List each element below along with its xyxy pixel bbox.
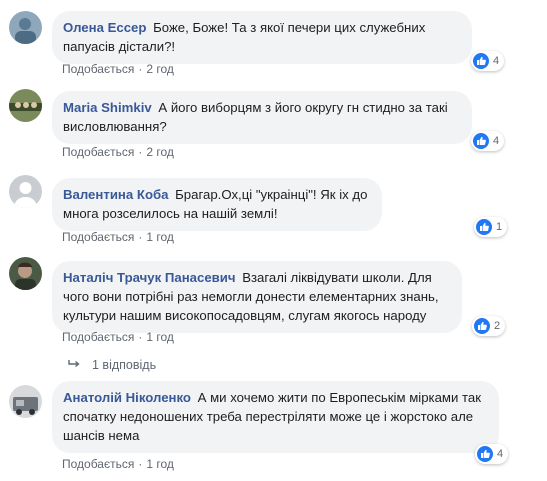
reactions-badge[interactable]: 2 bbox=[472, 316, 506, 336]
view-replies-link[interactable]: 1 відповідь bbox=[68, 358, 156, 372]
reply-arrow-icon bbox=[68, 358, 80, 372]
avatar[interactable] bbox=[9, 385, 42, 418]
reactions-count: 4 bbox=[493, 55, 500, 67]
avatar[interactable] bbox=[9, 89, 42, 122]
default-avatar-icon bbox=[9, 175, 42, 208]
reactions-badge[interactable]: 4 bbox=[471, 51, 505, 71]
separator-dot: · bbox=[138, 62, 143, 76]
comment-actions: Подобається · 2 год bbox=[62, 62, 174, 76]
reactions-count: 4 bbox=[497, 448, 504, 460]
comment-time[interactable]: 2 год bbox=[146, 145, 174, 159]
like-thumb-icon bbox=[474, 318, 490, 334]
comment-bubble: Наталіч Трачук Панасевич Взагалі ліквіду… bbox=[52, 261, 462, 333]
comment-time[interactable]: 1 год bbox=[146, 457, 174, 471]
like-thumb-icon bbox=[477, 446, 493, 462]
comment-actions: Подобається · 1 год bbox=[62, 457, 174, 471]
replies-count-label[interactable]: 1 відповідь bbox=[92, 358, 156, 372]
separator-dot: · bbox=[138, 230, 143, 244]
comment-bubble: Maria Shimkiv А його виборцям з його окр… bbox=[52, 91, 472, 144]
comment-author[interactable]: Анатолій Ніколенко bbox=[63, 390, 191, 405]
avatar-image bbox=[9, 385, 42, 418]
comment-actions: Подобається · 1 год bbox=[62, 330, 174, 344]
reactions-count: 4 bbox=[493, 135, 500, 147]
comment-actions: Подобається · 2 год bbox=[62, 145, 174, 159]
like-link[interactable]: Подобається bbox=[62, 62, 134, 76]
comment-author[interactable]: Наталіч Трачук Панасевич bbox=[63, 270, 236, 285]
reactions-badge[interactable]: 1 bbox=[474, 217, 508, 237]
comment-time[interactable]: 2 год bbox=[146, 62, 174, 76]
comment-bubble: Анатолій Ніколенко А ми хочемо жити по Е… bbox=[52, 381, 499, 453]
avatar[interactable] bbox=[9, 175, 42, 208]
comment-time[interactable]: 1 год bbox=[146, 230, 174, 244]
comment-actions: Подобається · 1 год bbox=[62, 230, 174, 244]
reactions-badge[interactable]: 4 bbox=[475, 444, 509, 464]
reactions-badge[interactable]: 4 bbox=[471, 131, 505, 151]
avatar-image bbox=[9, 257, 42, 290]
comment-author[interactable]: Олена Ессер bbox=[63, 20, 146, 35]
comment-time[interactable]: 1 год bbox=[146, 330, 174, 344]
separator-dot: · bbox=[138, 330, 143, 344]
like-link[interactable]: Подобається bbox=[62, 457, 134, 471]
avatar[interactable] bbox=[9, 11, 42, 44]
avatar[interactable] bbox=[9, 257, 42, 290]
comment-bubble: Олена Ессер Боже, Боже! Та з якої печери… bbox=[52, 11, 472, 64]
reactions-count: 1 bbox=[496, 221, 503, 233]
avatar-image bbox=[9, 89, 42, 122]
comment-author[interactable]: Maria Shimkiv bbox=[63, 100, 152, 115]
like-thumb-icon bbox=[473, 53, 489, 69]
like-thumb-icon bbox=[473, 133, 489, 149]
like-thumb-icon bbox=[476, 219, 492, 235]
separator-dot: · bbox=[138, 457, 143, 471]
like-link[interactable]: Подобається bbox=[62, 230, 134, 244]
avatar-image bbox=[9, 11, 42, 44]
comment-author[interactable]: Валентина Коба bbox=[63, 187, 168, 202]
like-link[interactable]: Подобається bbox=[62, 330, 134, 344]
comment-bubble: Валентина Коба Брагар.Ох,ці "украінці"! … bbox=[52, 178, 382, 231]
reactions-count: 2 bbox=[494, 320, 501, 332]
like-link[interactable]: Подобається bbox=[62, 145, 134, 159]
separator-dot: · bbox=[138, 145, 143, 159]
